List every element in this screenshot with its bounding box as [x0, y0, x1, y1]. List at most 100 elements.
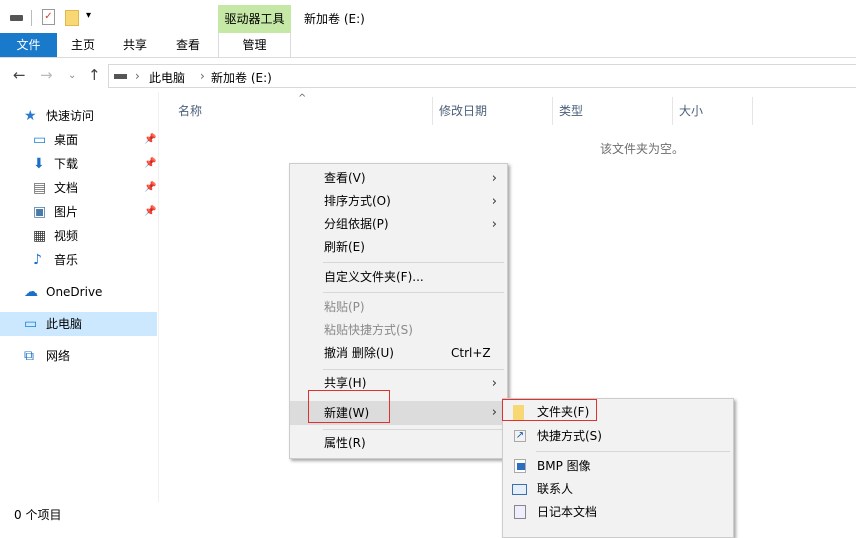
menu-item-label: 分组依据(P)	[324, 217, 389, 231]
column-divider[interactable]	[752, 97, 753, 125]
sidebar-item-label: 桌面	[54, 133, 79, 147]
chevron-right-icon: ›	[491, 405, 497, 420]
sidebar-item-5[interactable]: ▦ 视频	[0, 224, 157, 248]
journal-icon	[514, 505, 526, 519]
submenu-item-shortcut[interactable]: ↗ 快捷方式(S)	[503, 425, 733, 448]
column-modified[interactable]: 修改日期	[439, 102, 487, 120]
new-folder-icon[interactable]	[65, 10, 79, 26]
sidebar-item-1[interactable]: ▭ 桌面 📌	[0, 128, 157, 152]
properties-icon[interactable]: ✓	[42, 9, 55, 25]
pane-divider	[158, 92, 159, 502]
column-size[interactable]: 大小	[679, 102, 703, 120]
menu-item-view[interactable]: 查看(V) ›	[290, 167, 507, 190]
breadcrumb-drive[interactable]: 新加卷 (E:)	[211, 69, 272, 86]
status-item-count: 0 个项目	[14, 508, 62, 522]
chevron-right-icon: ›	[491, 194, 497, 209]
sidebar-item-label: 音乐	[54, 253, 79, 267]
tab-share[interactable]: 共享	[112, 33, 158, 57]
recent-dropdown-icon[interactable]: ⌄	[68, 70, 76, 81]
sidebar-item-6[interactable]: ♪ 音乐	[0, 248, 157, 272]
empty-folder-text: 该文件夹为空。	[600, 142, 685, 156]
menu-item-label: BMP 图像	[537, 459, 591, 473]
star-icon: ★	[24, 108, 37, 124]
quick-access-dropdown-icon[interactable]: ▾	[86, 10, 91, 21]
breadcrumb-this-pc[interactable]: 此电脑	[149, 69, 185, 86]
sidebar-item-label: 此电脑	[46, 317, 83, 331]
pin-icon: 📌	[144, 158, 157, 169]
computer-icon: ▭	[24, 316, 38, 332]
menu-separator	[323, 429, 504, 430]
sidebar-item-3[interactable]: ▤ 文档 📌	[0, 176, 157, 200]
menu-item-label: 自定义文件夹(F)...	[324, 270, 424, 284]
chevron-right-icon: ›	[135, 69, 140, 83]
pin-icon: 📌	[144, 182, 157, 193]
menu-item-label: 快捷方式(S)	[537, 429, 602, 443]
ribbon-divider	[0, 57, 856, 58]
submenu-item-contact[interactable]: 联系人	[503, 478, 733, 501]
sidebar-item-label: 视频	[54, 229, 79, 243]
music-icon: ♪	[33, 252, 42, 268]
menu-item-properties[interactable]: 属性(R)	[290, 432, 507, 455]
divider	[31, 10, 32, 26]
drive-icon	[10, 15, 23, 21]
menu-item-paste-shortcut[interactable]: 粘贴快捷方式(S)	[290, 319, 507, 342]
menu-item-label: 粘贴(P)	[324, 300, 365, 314]
up-button[interactable]: ↑	[88, 66, 101, 84]
sidebar-item-4[interactable]: ▣ 图片 📌	[0, 200, 157, 224]
column-type[interactable]: 类型	[559, 102, 583, 120]
sidebar-item-label: OneDrive	[46, 285, 103, 299]
sidebar-item-label: 下载	[54, 157, 79, 171]
menu-item-label: 刷新(E)	[324, 240, 365, 254]
video-icon: ▦	[33, 228, 47, 244]
sidebar-item-label: 图片	[54, 205, 79, 219]
sidebar-item-9[interactable]: ⧉ 网络	[0, 344, 157, 368]
menu-item-paste[interactable]: 粘贴(P)	[290, 296, 507, 319]
desktop-icon: ▭	[33, 132, 47, 148]
menu-item-refresh[interactable]: 刷新(E)	[290, 236, 507, 259]
cloud-icon: ☁	[24, 284, 38, 300]
tab-view[interactable]: 查看	[165, 33, 211, 57]
menu-item-label: 查看(V)	[324, 171, 366, 185]
pin-icon: 📌	[144, 206, 157, 217]
sidebar-item-0[interactable]: ★ 快速访问	[0, 104, 157, 128]
shortcut-icon: ↗	[514, 430, 526, 442]
tab-home[interactable]: 主页	[60, 33, 106, 57]
pictures-icon: ▣	[33, 204, 47, 220]
menu-item-label: 排序方式(O)	[324, 194, 391, 208]
contact-icon	[512, 484, 527, 495]
chevron-right-icon: ›	[200, 69, 205, 83]
column-divider[interactable]	[552, 97, 553, 125]
submenu-item-journal[interactable]: 日记本文档	[503, 501, 733, 524]
window-title: 新加卷 (E:)	[304, 12, 365, 26]
tab-file[interactable]: 文件	[0, 33, 57, 57]
menu-item-group[interactable]: 分组依据(P) ›	[290, 213, 507, 236]
sidebar-item-2[interactable]: ⬇ 下载 📌	[0, 152, 157, 176]
download-icon: ⬇	[33, 156, 45, 172]
menu-separator	[323, 292, 504, 293]
sidebar-item-7[interactable]: ☁ OneDrive	[0, 280, 157, 304]
column-divider[interactable]	[672, 97, 673, 125]
column-divider[interactable]	[432, 97, 433, 125]
menu-item-sort[interactable]: 排序方式(O) ›	[290, 190, 507, 213]
address-bar[interactable]: › 此电脑 › 新加卷 (E:)	[108, 64, 856, 88]
forward-button[interactable]: →	[40, 66, 53, 84]
context-tab-group: 驱动器工具	[218, 5, 291, 33]
image-icon	[514, 459, 526, 473]
menu-item-label: 粘贴快捷方式(S)	[324, 323, 413, 337]
menu-item-label: 属性(R)	[324, 436, 366, 450]
sidebar-item-label: 文档	[54, 181, 79, 195]
menu-separator	[323, 369, 504, 370]
menu-item-undo-delete[interactable]: 撤消 删除(U) Ctrl+Z	[290, 342, 507, 365]
back-button[interactable]: ←	[13, 66, 26, 84]
submenu-item-bmp[interactable]: BMP 图像	[503, 455, 733, 478]
menu-item-label: 撤消 删除(U)	[324, 346, 394, 360]
menu-item-label: 联系人	[537, 482, 574, 496]
menu-item-label: 日记本文档	[537, 505, 598, 519]
highlight-box	[502, 399, 597, 421]
sort-ascending-icon: ^	[298, 93, 307, 104]
sidebar-item-8[interactable]: ▭ 此电脑	[0, 312, 157, 336]
menu-item-customize[interactable]: 自定义文件夹(F)...	[290, 266, 507, 289]
pin-icon: 📌	[144, 134, 157, 145]
column-name[interactable]: 名称	[178, 102, 202, 120]
tab-manage[interactable]: 管理	[218, 33, 291, 57]
